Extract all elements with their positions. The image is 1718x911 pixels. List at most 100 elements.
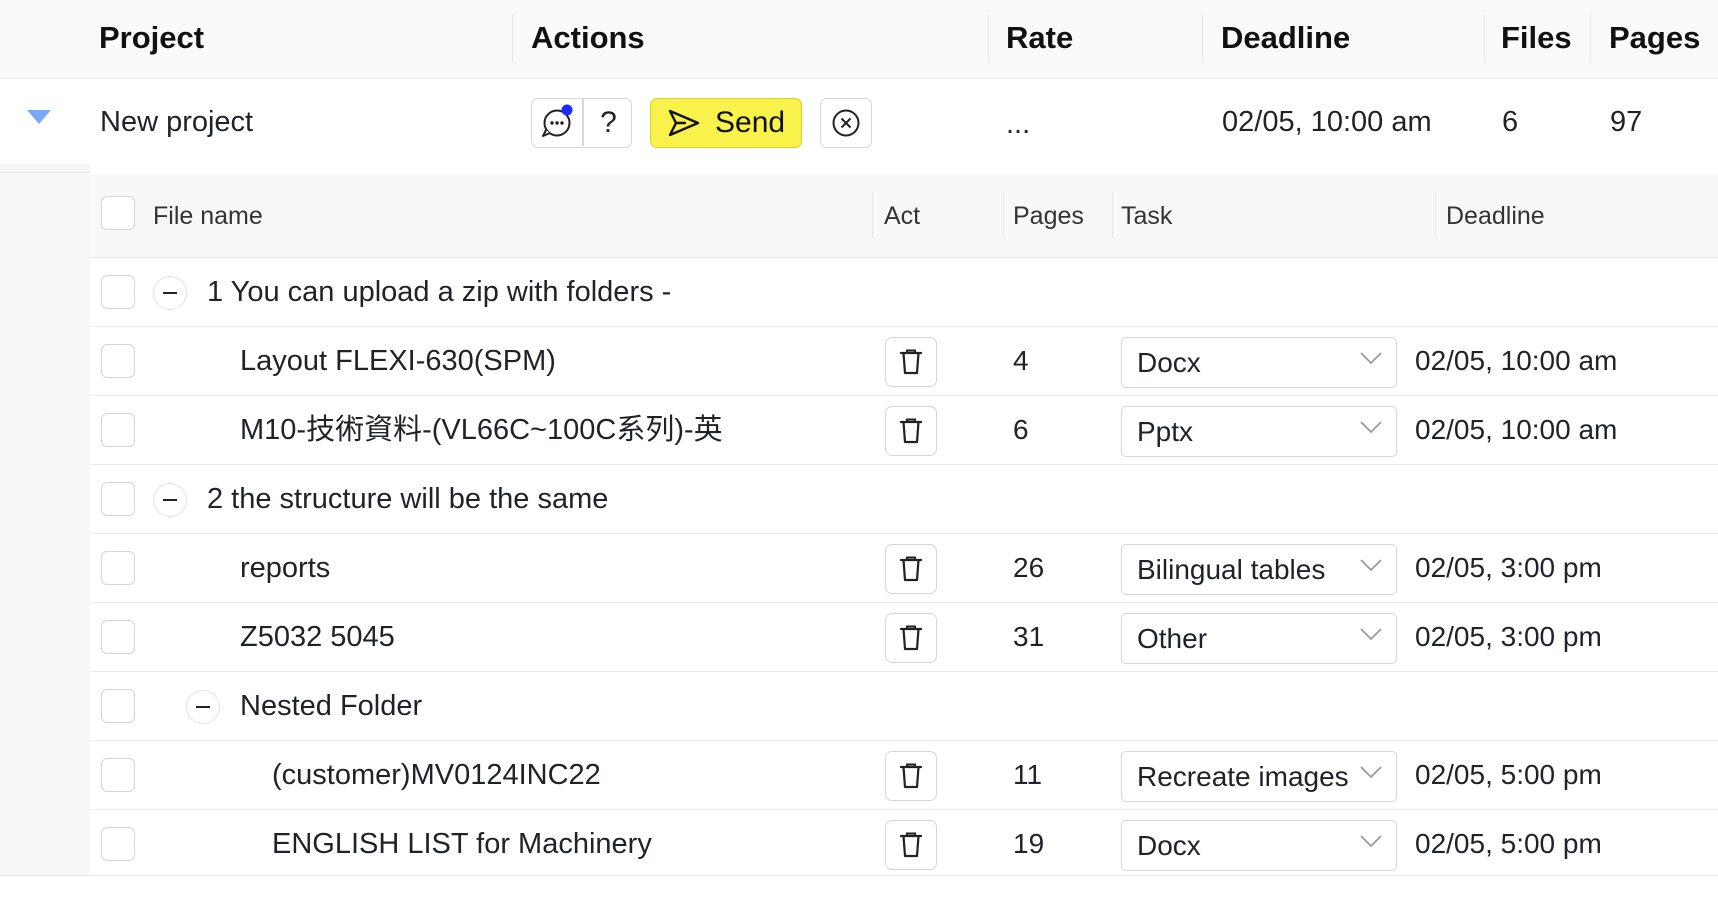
expanded-row-gutter — [0, 164, 90, 875]
file-row[interactable]: M10-技術資料-(VL66C~100C系列)-英 6 Pptx 02/05, … — [90, 396, 1718, 465]
project-rate: ... — [1006, 108, 1031, 140]
file-row[interactable]: Z5032 5045 31 Other 02/05, 3:00 pm — [90, 603, 1718, 672]
task-select-value: Docx — [1137, 347, 1201, 378]
task-select-value: Bilingual tables — [1137, 554, 1326, 585]
column-divider — [988, 14, 989, 62]
file-pages: 4 — [1013, 345, 1029, 376]
file-row[interactable]: ENGLISH LIST for Machinery 19 Docx 02/05… — [90, 810, 1718, 876]
column-header-pages[interactable]: Pages — [1013, 174, 1084, 258]
task-select[interactable]: Bilingual tables — [1121, 544, 1397, 595]
column-header-files[interactable]: Files — [1491, 0, 1572, 79]
column-header-rate[interactable]: Rate — [996, 0, 1073, 79]
chevron-down-icon — [1360, 766, 1382, 779]
file-row[interactable]: Layout FLEXI-630(SPM) 4 Docx 02/05, 10:0… — [90, 327, 1718, 396]
chat-bubble-icon — [542, 104, 573, 137]
file-deadline: 02/05, 3:00 pm — [1415, 552, 1602, 583]
file-name: (customer)MV0124INC22 — [272, 759, 601, 791]
minus-circle-icon[interactable] — [153, 483, 187, 517]
chat-button[interactable] — [532, 99, 581, 146]
folder-name: 1 You can upload a zip with folders - — [207, 276, 672, 308]
file-row[interactable]: (customer)MV0124INC22 11 Recreate images… — [90, 741, 1718, 810]
folder-row[interactable]: 1 You can upload a zip with folders - — [90, 258, 1718, 327]
trash-icon — [900, 832, 922, 858]
task-select-value: Other — [1137, 623, 1208, 654]
file-name: reports — [240, 552, 331, 584]
chevron-down-icon — [1360, 628, 1382, 641]
send-button-label: Send — [715, 106, 786, 139]
project-deadline: 02/05, 10:00 am — [1222, 106, 1432, 138]
notification-dot — [561, 104, 573, 116]
column-divider — [1435, 192, 1436, 238]
delete-button[interactable] — [885, 613, 937, 663]
help-button[interactable]: ? — [584, 99, 633, 146]
chevron-down-icon — [1360, 421, 1382, 434]
file-name: M10-技術資料-(VL66C~100C系列)-英 — [240, 414, 723, 446]
chevron-down-icon — [1360, 559, 1382, 572]
column-divider — [1112, 192, 1113, 238]
cancel-button[interactable] — [820, 98, 872, 148]
column-divider — [872, 192, 873, 238]
column-header-file-name[interactable]: File name — [153, 174, 263, 258]
delete-button[interactable] — [885, 820, 937, 870]
column-divider — [1003, 192, 1004, 238]
file-deadline: 02/05, 10:00 am — [1415, 345, 1618, 376]
send-button[interactable]: Send — [650, 98, 802, 148]
delete-button[interactable] — [885, 544, 937, 594]
file-deadline: 02/05, 3:00 pm — [1415, 621, 1602, 652]
minus-circle-icon[interactable] — [153, 276, 187, 310]
row-checkbox[interactable] — [101, 758, 135, 792]
folder-row[interactable]: Nested Folder — [90, 672, 1718, 741]
divider — [0, 172, 96, 173]
chevron-down-icon — [1360, 352, 1382, 365]
trash-icon — [900, 418, 922, 444]
row-checkbox[interactable] — [101, 413, 135, 447]
project-files-count: 6 — [1502, 106, 1519, 138]
triangle-down-icon[interactable] — [27, 110, 51, 124]
row-checkbox[interactable] — [101, 827, 135, 861]
folder-name: Nested Folder — [240, 690, 423, 722]
column-header-deadline[interactable]: Deadline — [1446, 174, 1545, 258]
file-pages: 26 — [1013, 552, 1045, 583]
table-bottom-edge — [0, 875, 1718, 911]
folder-row[interactable]: 2 the structure will be the same — [90, 465, 1718, 534]
row-checkbox[interactable] — [101, 689, 135, 723]
task-select[interactable]: Pptx — [1121, 406, 1397, 457]
column-header-actions[interactable]: Actions — [521, 0, 645, 79]
row-checkbox[interactable] — [101, 275, 135, 309]
minus-circle-icon[interactable] — [186, 690, 220, 724]
trash-icon — [900, 556, 922, 582]
task-select[interactable]: Other — [1121, 613, 1397, 664]
column-header-pages[interactable]: Pages — [1599, 0, 1700, 79]
column-divider — [512, 14, 513, 62]
file-deadline: 02/05, 10:00 am — [1415, 414, 1618, 445]
row-checkbox[interactable] — [101, 344, 135, 378]
folder-name: 2 the structure will be the same — [207, 483, 609, 515]
file-row[interactable]: reports 26 Bilingual tables 02/05, 3:00 … — [90, 534, 1718, 603]
task-select-value: Recreate images — [1137, 761, 1349, 792]
column-header-deadline[interactable]: Deadline — [1211, 0, 1350, 79]
column-divider — [1590, 14, 1591, 62]
file-deadline: 02/05, 5:00 pm — [1415, 828, 1602, 859]
delete-button[interactable] — [885, 751, 937, 801]
close-circle-icon — [832, 109, 860, 137]
file-pages: 6 — [1013, 414, 1029, 445]
task-select[interactable]: Docx — [1121, 337, 1397, 388]
column-header-task[interactable]: Task — [1121, 174, 1172, 258]
trash-icon — [900, 349, 922, 375]
delete-button[interactable] — [885, 406, 937, 456]
column-divider — [1484, 14, 1485, 62]
column-header-act[interactable]: Act — [884, 174, 920, 258]
send-arrow-icon — [668, 109, 700, 137]
select-all-checkbox[interactable] — [101, 196, 135, 230]
row-checkbox[interactable] — [101, 482, 135, 516]
project-name[interactable]: New project — [100, 102, 253, 142]
row-checkbox[interactable] — [101, 551, 135, 585]
project-table-header: Project Actions Rate Deadline Files Page… — [0, 0, 1718, 79]
file-pages: 31 — [1013, 621, 1045, 652]
delete-button[interactable] — [885, 337, 937, 387]
task-select[interactable]: Docx — [1121, 820, 1397, 871]
column-header-project[interactable]: Project — [89, 0, 204, 79]
task-select[interactable]: Recreate images — [1121, 751, 1397, 802]
row-checkbox[interactable] — [101, 620, 135, 654]
project-pages-count: 97 — [1610, 106, 1643, 138]
